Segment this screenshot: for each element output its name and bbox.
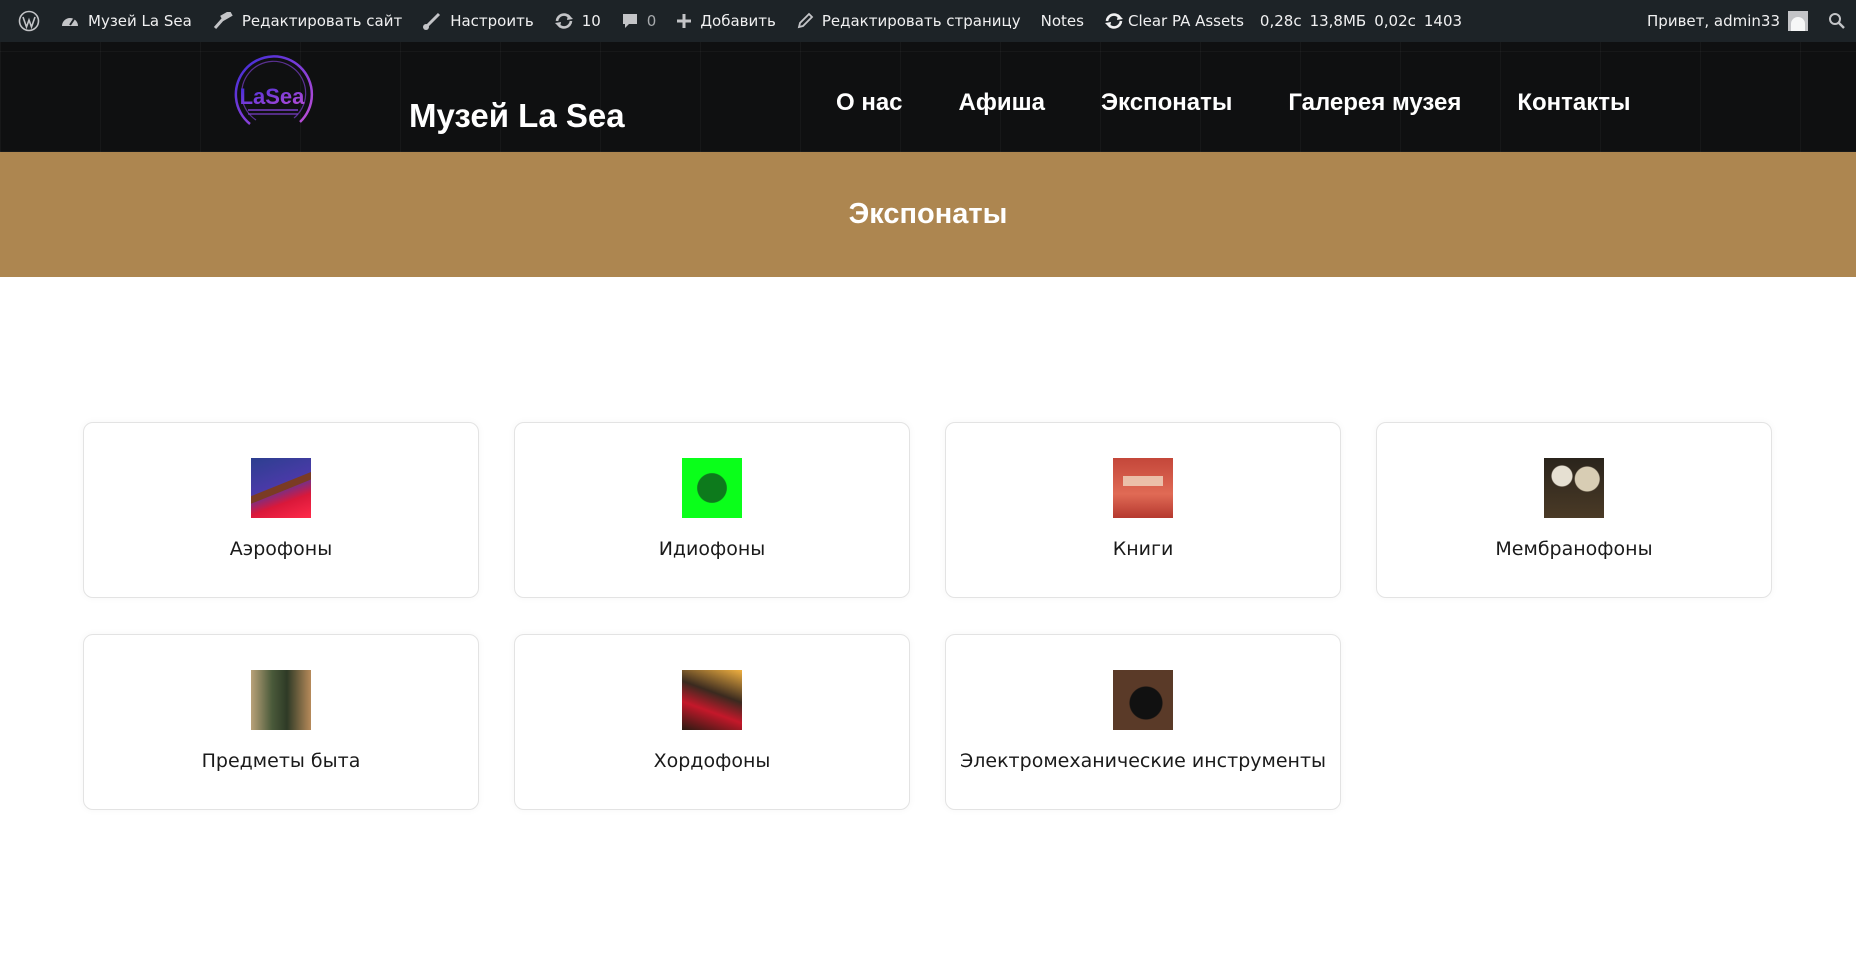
chordophones-photo [682,670,742,730]
category-grid: Аэрофоны Идиофоны Книги Мембранофоны Пре… [83,422,1773,810]
paintbrush-icon [422,12,442,30]
category-card-electromechanical[interactable]: Электромеханические инструменты [945,634,1341,810]
my-account-button[interactable]: Привет, admin33 [1637,0,1818,42]
page-title: Экспонаты [848,198,1008,230]
wordpress-icon [18,10,40,32]
aerophones-photo [251,458,311,518]
category-label: Предметы быта [201,750,361,772]
customize-button[interactable]: Настроить [412,0,543,42]
edit-site-button[interactable]: Редактировать сайт [202,0,412,42]
category-label: Хордофоны [653,750,771,772]
stat-time: 0,28с [1259,12,1302,30]
avatar [1788,11,1808,31]
edit-page-label: Редактировать страницу [821,12,1021,30]
membranophones-photo [1544,458,1604,518]
idiophones-photo [682,458,742,518]
books-photo [1113,458,1173,518]
category-label: Книги [1112,538,1174,560]
site-name-label: Музей La Sea [88,12,192,30]
greeting-label: Привет, admin33 [1647,12,1780,30]
admin-bar: Музей La Sea Редактировать сайт Настроит… [0,0,1856,42]
add-new-label: Добавить [700,12,776,30]
admin-bar-right: Привет, admin33 [1637,0,1846,42]
site-logo[interactable]: LaSea [230,54,314,138]
plus-icon [676,13,692,29]
category-card-aerophones[interactable]: Аэрофоны [83,422,479,598]
nav-item-contacts[interactable]: Контакты [1517,89,1630,117]
electromechanical-photo [1113,670,1173,730]
comments-count: 0 [646,12,657,30]
clear-assets-label: Clear PA Assets [1127,12,1244,30]
stat-queries: 1403 [1423,12,1463,30]
category-label: Идиофоны [658,538,766,560]
refresh-icon [554,12,574,30]
stat-query-time: 0,02с [1374,12,1416,30]
notes-button[interactable]: Notes [1031,0,1094,42]
search-icon [1828,12,1846,30]
hammer-icon [212,12,234,30]
logo-text: LaSea [240,84,306,109]
pencil-icon [796,12,814,30]
add-new-button[interactable]: Добавить [666,0,786,42]
search-button[interactable] [1818,0,1846,42]
category-card-household[interactable]: Предметы быта [83,634,479,810]
updates-count: 10 [581,12,601,30]
category-label: Аэрофоны [229,538,333,560]
category-card-idiophones[interactable]: Идиофоны [514,422,910,598]
wp-logo-button[interactable] [8,0,50,42]
nav-item-exhibits[interactable]: Экспонаты [1101,89,1232,117]
query-monitor-stats[interactable]: 0,28с 13,8МБ 0,02с 1403 [1254,12,1468,30]
clear-assets-button[interactable]: Clear PA Assets [1094,0,1254,42]
edit-page-button[interactable]: Редактировать страницу [786,0,1031,42]
category-card-membranophones[interactable]: Мембранофоны [1376,422,1772,598]
category-card-books[interactable]: Книги [945,422,1341,598]
notes-label: Notes [1040,12,1084,30]
edit-site-label: Редактировать сайт [241,12,403,30]
site-title[interactable]: Музей La Sea [409,97,625,135]
refresh-icon [1104,12,1124,30]
customize-label: Настроить [450,12,534,30]
category-label: Электромеханические инструменты [959,750,1327,772]
nav-item-about[interactable]: О нас [836,89,903,117]
updates-button[interactable]: 10 [544,0,611,42]
household-items-photo [251,670,311,730]
comments-button[interactable]: 0 [611,0,667,42]
page-title-band: Экспонаты [0,152,1856,277]
admin-bar-left: Музей La Sea Редактировать сайт Настроит… [8,0,1468,42]
dashboard-icon [60,12,80,30]
site-header: LaSea Музей La Sea О нас Афиша Экспонаты… [0,42,1856,152]
site-name-button[interactable]: Музей La Sea [50,0,202,42]
category-label: Мембранофоны [1495,538,1653,560]
stat-memory: 13,8МБ [1309,12,1367,30]
nav-item-afisha[interactable]: Афиша [959,89,1045,117]
comment-icon [621,12,639,30]
nav-item-gallery[interactable]: Галерея музея [1288,89,1461,117]
main-nav: О нас Афиша Экспонаты Галерея музея Конт… [836,42,1631,152]
category-card-chordophones[interactable]: Хордофоны [514,634,910,810]
